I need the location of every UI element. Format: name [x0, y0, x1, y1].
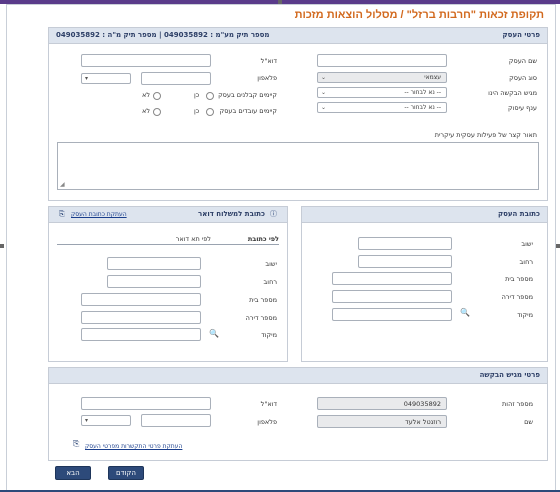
employees-yes-label: כן	[194, 107, 200, 115]
ma-city-label: ישוב	[265, 260, 277, 268]
applicant-panel: פרטי מגיש הבקשה מספר זהות 049035892 שם ר…	[48, 367, 548, 461]
ma-house-label: מספר בית	[249, 296, 277, 304]
ma-street-label: רחוב	[263, 278, 277, 286]
help-icon[interactable]: ⓘ	[270, 210, 277, 218]
applicant-id-value: 049035892	[403, 400, 441, 408]
business-name-label: שם העסק	[508, 57, 537, 65]
applicant-phone-input[interactable]	[141, 414, 211, 427]
ba-street-input[interactable]	[358, 255, 452, 268]
page-title: תקופת זכאות "חרבות ברזל" / מסלול הוצאות …	[294, 9, 544, 21]
applicant-header: פרטי מגיש הבקשה	[49, 368, 547, 384]
resize-handle-right[interactable]	[556, 244, 560, 248]
copy-icon[interactable]: ⎘	[73, 440, 79, 448]
copy-business-address-link[interactable]: העתקת כתובת העסק	[71, 211, 127, 218]
business-address-header: כתובת העסק	[302, 207, 547, 223]
search-icon[interactable]: 🔍	[209, 330, 219, 338]
ba-city-input[interactable]	[358, 237, 452, 250]
copy-icon[interactable]: ⎘	[59, 210, 65, 218]
applicant-phone-label: פלאפון	[257, 418, 277, 426]
ba-zip-input[interactable]	[332, 308, 452, 321]
applicant-email-input[interactable]	[81, 397, 211, 410]
description-textarea[interactable]: ◢	[57, 142, 539, 190]
tab-by-address[interactable]: לפי כתובת	[248, 235, 279, 243]
ma-zip-label: מיקוד	[261, 331, 277, 339]
applicant-title: פרטי מגיש הבקשה	[479, 371, 540, 379]
copy-contact-details-link[interactable]: העתקת פרטי התקשרות מפרטי העסק	[85, 443, 182, 450]
tabs-underline	[57, 244, 279, 245]
chevron-down-icon: ▾	[85, 75, 89, 82]
ma-city-input[interactable]	[107, 257, 201, 270]
mailing-address-title: כתובת למשלוח דואר	[198, 210, 265, 218]
industry-value: -- נא לבחור --	[404, 104, 441, 111]
description-label: תאור קצר של פעילות עסקית עיקרית	[434, 131, 537, 139]
business-phone-label: פלאפון	[257, 74, 277, 82]
applicant-name-label: שם	[524, 418, 533, 426]
mailing-address-header: ⓘ כתובת למשלוח דואר העתקת כתובת העסק ⎘	[49, 207, 287, 223]
ba-city-label: ישוב	[521, 240, 533, 248]
contractors-yes-label: כן	[194, 91, 200, 99]
ba-street-label: רחוב	[519, 258, 533, 266]
applicant-id-input[interactable]: 049035892	[317, 397, 447, 410]
resize-handle-left[interactable]	[0, 244, 4, 248]
next-button[interactable]: הבא	[55, 466, 91, 480]
contractors-no-radio[interactable]	[153, 92, 161, 100]
ma-street-input[interactable]	[107, 275, 201, 288]
business-phone-input[interactable]	[141, 72, 211, 85]
employees-no-radio[interactable]	[153, 108, 161, 116]
business-name-input[interactable]	[317, 54, 447, 67]
applicant-role-label: מגיש הבקשה הינו	[488, 89, 537, 97]
ma-zip-input[interactable]	[81, 328, 201, 341]
back-button[interactable]: הקודם	[108, 466, 144, 480]
ma-apt-label: מספר דירה	[245, 314, 277, 322]
business-email-input[interactable]	[81, 54, 211, 67]
employees-no-label: לא	[142, 107, 151, 115]
chevron-down-icon: ⌄	[321, 104, 327, 111]
applicant-id-label: מספר זהות	[502, 400, 533, 408]
business-type-label: סוג העסק	[509, 74, 537, 82]
business-email-label: דוא"ל	[260, 57, 277, 65]
resize-grip-icon[interactable]: ◢	[60, 181, 65, 188]
chevron-down-icon: ⌄	[321, 74, 327, 81]
ba-house-label: מספר בית	[505, 275, 533, 283]
applicant-name-value: רוזנטל אלעד	[405, 418, 441, 426]
applicant-email-label: דוא"ל	[260, 400, 277, 408]
applicant-name-input[interactable]: רוזנטל אלעד	[317, 415, 447, 428]
ba-apt-input[interactable]	[332, 290, 452, 303]
ba-apt-label: מספר דירה	[501, 293, 533, 301]
business-type-select[interactable]: עצמאי ⌄	[317, 72, 447, 83]
business-details-panel: פרטי העסק מספר תיק מע"מ : 049035892 | מס…	[48, 27, 548, 201]
search-icon[interactable]: 🔍	[460, 309, 470, 317]
applicant-role-value: -- נא לבחור --	[404, 89, 441, 96]
chevron-down-icon: ⌄	[321, 89, 327, 96]
file-numbers: מספר תיק מע"מ : 049035892 | מספר תיק מ"ה…	[56, 31, 270, 39]
ba-zip-label: מיקוד	[517, 311, 533, 319]
business-address-panel: כתובת העסק ישוב רחוב מספר בית מספר דירה …	[301, 206, 548, 362]
industry-select[interactable]: -- נא לבחור -- ⌄	[317, 102, 447, 113]
industry-label: ענף עיסוק	[507, 104, 537, 112]
business-type-value: עצמאי	[424, 74, 441, 81]
business-phone-prefix-select[interactable]: ▾	[81, 73, 131, 84]
contractors-label: קיימים קבלנים בעסק	[218, 91, 277, 99]
tab-by-pobox[interactable]: לפי תא דואר	[176, 235, 211, 243]
contractors-no-label: לא	[142, 91, 151, 99]
business-details-header: פרטי העסק מספר תיק מע"מ : 049035892 | מס…	[49, 28, 547, 44]
employees-yes-radio[interactable]	[206, 108, 214, 116]
ma-apt-input[interactable]	[81, 311, 201, 324]
contractors-yes-radio[interactable]	[206, 92, 214, 100]
business-details-title: פרטי העסק	[502, 31, 540, 39]
employees-label: קיימים עובדים בעסק	[219, 107, 277, 115]
ma-house-input[interactable]	[81, 293, 201, 306]
business-address-title: כתובת העסק	[497, 210, 540, 218]
chevron-down-icon: ▾	[85, 417, 89, 424]
mailing-address-panel: ⓘ כתובת למשלוח דואר העתקת כתובת העסק ⎘ ל…	[48, 206, 288, 362]
applicant-role-select[interactable]: -- נא לבחור -- ⌄	[317, 87, 447, 98]
ba-house-input[interactable]	[332, 272, 452, 285]
applicant-phone-prefix-select[interactable]: ▾	[81, 415, 131, 426]
